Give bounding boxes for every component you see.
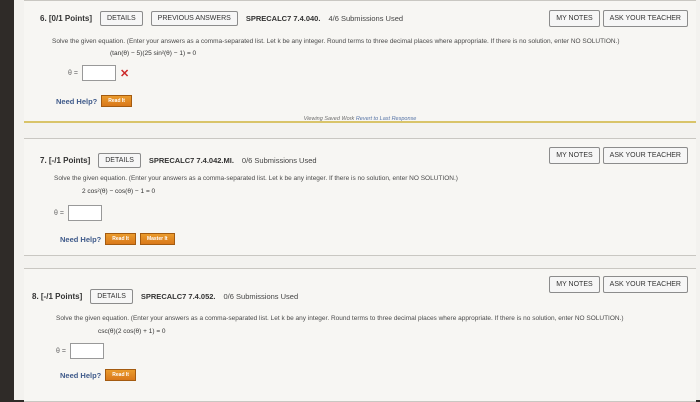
question-6-answer-label: θ = bbox=[68, 69, 78, 77]
question-6-ask-teacher-button[interactable]: ASK YOUR TEACHER bbox=[602, 10, 688, 27]
question-6-details-button[interactable]: DETAILS bbox=[100, 11, 143, 26]
question-8-instruction: Solve the given equation. (Enter your an… bbox=[56, 315, 624, 322]
question-8-help: Need Help? Read It bbox=[60, 369, 136, 381]
question-8-answer-label: θ = bbox=[56, 347, 66, 355]
question-6-submissions: 4/6 Submissions Used bbox=[328, 14, 404, 23]
question-7-submissions: 0/6 Submissions Used bbox=[241, 156, 317, 165]
question-8-equation: csc(θ)(2 cos(θ) + 1) = 0 bbox=[98, 328, 166, 335]
question-8-code: SPRECALC7 7.4.052. bbox=[140, 292, 216, 301]
question-6-points: 6. [0/1 Points] bbox=[40, 14, 93, 23]
question-7-card: 7. [-/1 Points] DETAILS SPRECALC7 7.4.04… bbox=[24, 138, 696, 256]
question-6-viewing-saved-work: Viewing Saved Work Revert to Last Respon… bbox=[24, 116, 696, 122]
question-7-help: Need Help? Read It Master It bbox=[60, 233, 175, 245]
question-7-answer-row: θ = bbox=[54, 205, 102, 221]
question-8-points: 8. [-/1 Points] bbox=[32, 292, 83, 301]
question-8-answer-row: θ = bbox=[56, 343, 104, 359]
question-8-side-buttons: MY NOTES ASK YOUR TEACHER bbox=[549, 276, 688, 293]
question-6-equation: (tan(θ) − 5)(25 sin²(θ) − 1) = 0 bbox=[110, 50, 197, 57]
question-7-points: 7. [-/1 Points] bbox=[40, 156, 91, 165]
question-6-help: Need Help? Read It bbox=[56, 95, 132, 107]
question-8-submissions: 0/6 Submissions Used bbox=[223, 292, 299, 301]
question-7-answer-label: θ = bbox=[54, 209, 64, 217]
question-7-my-notes-button[interactable]: MY NOTES bbox=[549, 147, 600, 164]
question-7-answer-input[interactable] bbox=[67, 205, 102, 221]
question-7-ask-teacher-button[interactable]: ASK YOUR TEACHER bbox=[602, 147, 688, 164]
question-8-my-notes-button[interactable]: MY NOTES bbox=[549, 276, 600, 293]
question-8-header: 8. [-/1 Points] DETAILS SPRECALC7 7.4.05… bbox=[32, 289, 298, 304]
question-6-my-notes-button[interactable]: MY NOTES bbox=[549, 10, 600, 27]
question-7-header: 7. [-/1 Points] DETAILS SPRECALC7 7.4.04… bbox=[40, 153, 317, 168]
question-7-master-it-button[interactable]: Master It bbox=[139, 233, 175, 245]
question-7-read-it-button[interactable]: Read It bbox=[105, 233, 136, 245]
question-6-instruction: Solve the given equation. (Enter your an… bbox=[52, 38, 620, 45]
question-8-read-it-button[interactable]: Read It bbox=[105, 369, 136, 381]
question-6-answer-row: θ = ✕ bbox=[68, 65, 129, 81]
incorrect-x-icon: ✕ bbox=[119, 67, 130, 80]
question-6-read-it-button[interactable]: Read It bbox=[101, 95, 132, 107]
question-6-need-help-label: Need Help? bbox=[56, 96, 98, 106]
question-7-equation: 2 cos²(θ) − cos(θ) − 1 = 0 bbox=[82, 188, 156, 195]
question-6-card: 6. [0/1 Points] DETAILS PREVIOUS ANSWERS… bbox=[24, 0, 696, 123]
question-8-card: MY NOTES ASK YOUR TEACHER 8. [-/1 Points… bbox=[24, 268, 696, 402]
question-8-ask-teacher-button[interactable]: ASK YOUR TEACHER bbox=[602, 276, 688, 293]
question-8-answer-input[interactable] bbox=[69, 343, 104, 359]
question-6-code: SPRECALC7 7.4.040. bbox=[245, 14, 321, 23]
question-6-side-buttons: MY NOTES ASK YOUR TEACHER bbox=[549, 10, 688, 27]
question-6-header: 6. [0/1 Points] DETAILS PREVIOUS ANSWERS… bbox=[40, 11, 403, 26]
question-8-need-help-label: Need Help? bbox=[60, 370, 102, 380]
question-8-details-button[interactable]: DETAILS bbox=[90, 289, 133, 304]
revert-to-last-response-link[interactable]: Revert to Last Response bbox=[356, 116, 417, 122]
question-6-answer-input[interactable] bbox=[81, 65, 116, 81]
question-7-details-button[interactable]: DETAILS bbox=[98, 153, 141, 168]
question-7-side-buttons: MY NOTES ASK YOUR TEACHER bbox=[549, 147, 688, 164]
question-7-need-help-label: Need Help? bbox=[60, 234, 102, 244]
question-7-instruction: Solve the given equation. (Enter your an… bbox=[54, 175, 458, 182]
viewing-saved-work-text: Viewing Saved Work bbox=[303, 116, 355, 122]
assignment-page: 6. [0/1 Points] DETAILS PREVIOUS ANSWERS… bbox=[14, 0, 700, 402]
question-6-previous-answers-button[interactable]: PREVIOUS ANSWERS bbox=[150, 11, 238, 26]
question-7-code: SPRECALC7 7.4.042.MI. bbox=[148, 156, 234, 165]
